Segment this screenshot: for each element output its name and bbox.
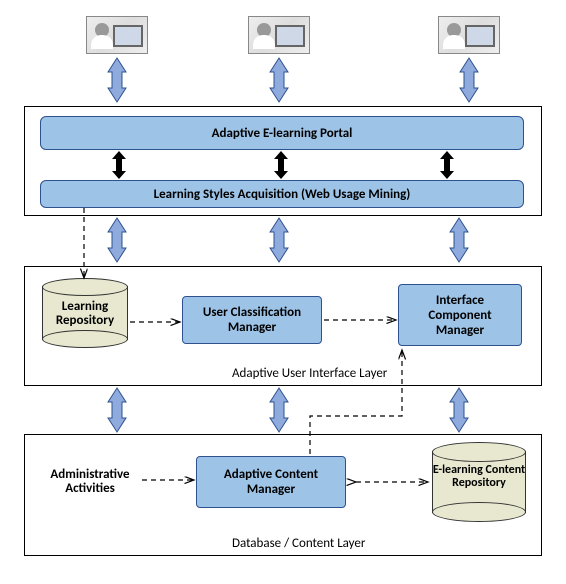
user-image	[86, 16, 148, 54]
acquisition-label: Learning Styles Acquisition (Web Usage M…	[154, 187, 411, 202]
bottom-layer-caption: Database / Content Layer	[232, 536, 365, 551]
user-image	[248, 16, 310, 54]
blue-double-arrow-icon	[450, 388, 468, 432]
interface-component-label: Interface Component Manager	[403, 293, 517, 338]
portal-label: Adaptive E-learning Portal	[212, 126, 353, 141]
middle-layer-caption: Adaptive User Interface Layer	[232, 366, 387, 381]
acquisition-box: Learning Styles Acquisition (Web Usage M…	[40, 180, 524, 208]
blue-double-arrow-icon	[108, 58, 126, 102]
elearning-repository-label: E-learning Content Repository	[432, 464, 526, 490]
learning-repository-label: Learning Repository	[42, 300, 128, 329]
learning-repository-cylinder: Learning Repository	[42, 278, 128, 348]
blue-double-arrow-icon	[270, 218, 288, 262]
user-classification-box: User Classification Manager	[182, 296, 322, 344]
admin-activities-label: Administrative Activities	[40, 468, 140, 497]
adaptive-content-label: Adaptive Content Manager	[201, 467, 341, 497]
user-classification-label: User Classification Manager	[187, 305, 317, 335]
interface-component-box: Interface Component Manager	[398, 284, 522, 346]
diagram-canvas: Adaptive E-learning Portal Learning Styl…	[0, 0, 566, 584]
adaptive-content-box: Adaptive Content Manager	[196, 456, 346, 508]
elearning-repository-cylinder: E-learning Content Repository	[432, 442, 526, 522]
blue-double-arrow-icon	[270, 388, 288, 432]
blue-double-arrow-icon	[460, 58, 478, 102]
blue-double-arrow-icon	[108, 218, 126, 262]
portal-box: Adaptive E-learning Portal	[40, 116, 524, 150]
blue-double-arrow-icon	[450, 218, 468, 262]
blue-double-arrow-icon	[270, 58, 288, 102]
blue-double-arrow-icon	[108, 388, 126, 432]
user-image	[438, 16, 500, 54]
